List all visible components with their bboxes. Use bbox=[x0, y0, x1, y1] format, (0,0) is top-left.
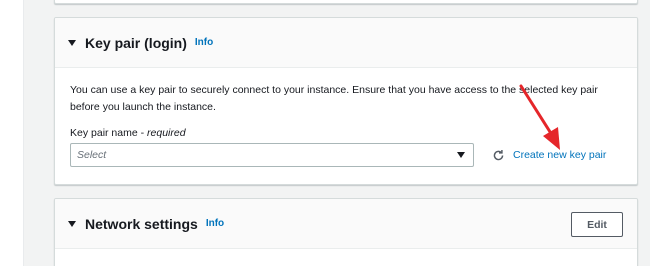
required-marker: required bbox=[147, 127, 186, 139]
key-pair-description: You can use a key pair to securely conne… bbox=[70, 84, 598, 113]
key-pair-body: You can use a key pair to securely conne… bbox=[55, 68, 637, 181]
refresh-icon[interactable] bbox=[491, 148, 505, 162]
previous-panel-bottom bbox=[54, 0, 638, 4]
network-settings-header[interactable]: Network settings Info Edit bbox=[55, 199, 637, 249]
key-pair-select-placeholder: Select bbox=[77, 149, 107, 161]
edit-button[interactable]: Edit bbox=[571, 212, 623, 237]
create-new-key-pair-link[interactable]: Create new key pair bbox=[513, 149, 606, 161]
key-pair-select[interactable]: Select bbox=[70, 143, 474, 167]
key-pair-header[interactable]: Key pair (login) Info bbox=[55, 18, 637, 68]
key-pair-name-label: Key pair name - required bbox=[70, 127, 622, 139]
caret-down-icon[interactable] bbox=[68, 220, 76, 227]
key-pair-info-link[interactable]: Info bbox=[195, 37, 213, 48]
key-pair-title: Key pair (login) bbox=[85, 34, 187, 51]
dropdown-arrow-icon bbox=[457, 152, 465, 158]
page: Key pair (login) Info You can use a key … bbox=[0, 0, 650, 266]
key-pair-panel: Key pair (login) Info You can use a key … bbox=[54, 17, 638, 185]
network-settings-title: Network settings bbox=[85, 215, 198, 232]
network-settings-info-link[interactable]: Info bbox=[206, 218, 224, 229]
network-settings-panel: Network settings Info Edit bbox=[54, 198, 638, 266]
key-pair-name-label-text: Key pair name - bbox=[70, 127, 148, 139]
caret-down-icon[interactable] bbox=[68, 39, 76, 46]
key-pair-select-row: Select Create new key pair bbox=[70, 143, 622, 167]
left-sidebar-strip bbox=[0, 0, 24, 266]
